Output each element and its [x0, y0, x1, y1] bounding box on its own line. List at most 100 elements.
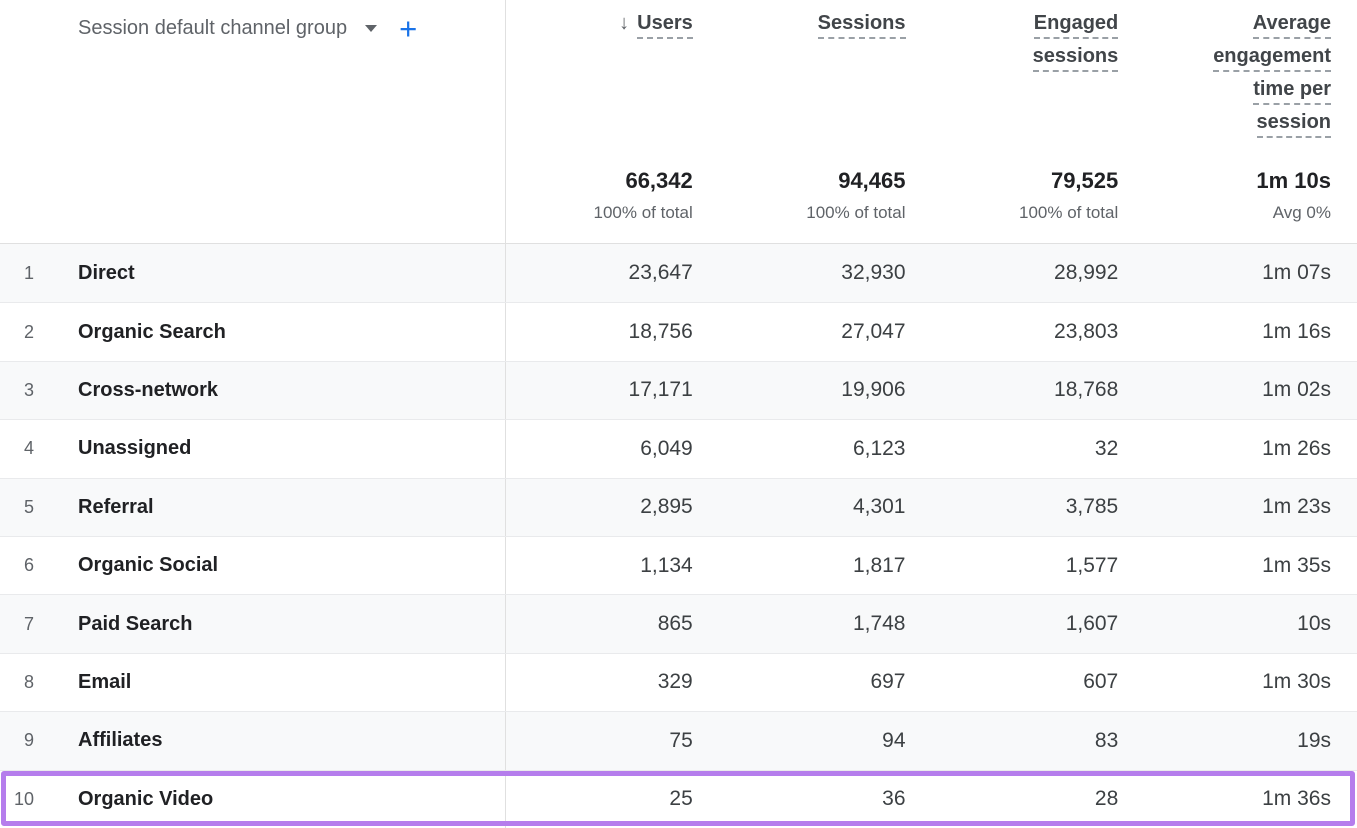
table-row: 1Direct23,64732,93028,9921m 07s	[0, 244, 1357, 302]
column-total-subtext: Avg 0%	[1256, 203, 1331, 223]
channel-name: Affiliates	[78, 729, 162, 752]
column-header-label: time per	[1253, 78, 1331, 105]
metric-value-avg-engagement-time: 1m 07s	[1144, 244, 1357, 302]
metric-value-sessions: 1,817	[719, 537, 932, 594]
column-header-label: Sessions	[818, 12, 906, 39]
column-total-subtext: 100% of total	[1019, 203, 1118, 223]
column-total-subtext: 100% of total	[806, 203, 905, 223]
metric-value-engaged-sessions: 3,785	[932, 479, 1145, 536]
row-index: 10	[0, 789, 34, 810]
dimension-cell: 10 Organic Video	[0, 771, 506, 828]
dimension-cell: 5Referral	[0, 479, 506, 536]
add-dimension-button[interactable]: +	[399, 16, 417, 42]
metric-value-engaged-sessions: 18,768	[932, 362, 1145, 419]
metric-value-avg-engagement-time: 1m 30s	[1144, 654, 1357, 711]
column-header-line: Average	[1253, 12, 1331, 45]
column-header-line: session	[1257, 111, 1331, 144]
column-total-value: 1m 10s	[1256, 168, 1331, 194]
table-body: 1Direct23,64732,93028,9921m 07s2Organic …	[0, 244, 1357, 828]
metric-value-sessions: 32,930	[719, 244, 932, 302]
dimension-cell: 1 Direct	[0, 244, 506, 302]
table-row: 6Organic Social1,1341,8171,5771m 35s	[0, 536, 1357, 594]
metric-value-users: 6,049	[506, 420, 719, 477]
column-header-line: ↓ Users	[619, 12, 693, 45]
dimension-cell: 7 Paid Search	[0, 595, 506, 652]
column-totals: 94,465 100% of total	[806, 168, 905, 223]
metric-value-sessions: 27,047	[719, 303, 932, 360]
table-row: 7Paid Search8651,7481,60710s	[0, 594, 1357, 652]
metric-value-sessions: 94	[719, 712, 932, 769]
column-totals: 1m 10s Avg 0%	[1256, 168, 1331, 223]
metric-value-engaged-sessions: 28	[932, 771, 1145, 828]
column-total-value: 94,465	[806, 168, 905, 194]
metric-value-engaged-sessions: 1,607	[932, 595, 1145, 652]
column-total-value: 66,342	[594, 168, 693, 194]
column-header-sessions[interactable]: Sessions 94,465 100% of total	[719, 0, 932, 243]
row-index: 7	[0, 614, 34, 635]
metric-value-sessions: 36	[719, 771, 932, 828]
channel-name: Organic Search	[78, 321, 226, 344]
column-header-line: time per	[1253, 78, 1331, 111]
column-header-line: engagement	[1213, 45, 1331, 78]
metric-value-users: 75	[506, 712, 719, 769]
metric-value-avg-engagement-time: 10s	[1144, 595, 1357, 652]
channel-name: Paid Search	[78, 613, 193, 636]
metric-value-engaged-sessions: 607	[932, 654, 1145, 711]
dimension-cell: 4 Unassigned	[0, 420, 506, 477]
metric-value-users: 1,134	[506, 537, 719, 594]
dimension-cell: 3Cross-network	[0, 362, 506, 419]
metric-value-users: 25	[506, 771, 719, 828]
metric-value-engaged-sessions: 1,577	[932, 537, 1145, 594]
dimension-selector[interactable]: Session default channel group	[78, 16, 347, 40]
metric-value-sessions: 4,301	[719, 479, 932, 536]
table-row: 3Cross-network17,17119,90618,7681m 02s	[0, 361, 1357, 419]
column-header-users[interactable]: ↓ Users 66,342 100% of total	[506, 0, 719, 243]
column-header-line: Engaged	[1034, 12, 1118, 45]
metric-value-sessions: 6,123	[719, 420, 932, 477]
row-index: 4	[0, 438, 34, 459]
metric-value-users: 329	[506, 654, 719, 711]
metric-value-avg-engagement-time: 19s	[1144, 712, 1357, 769]
column-header-label: Average	[1253, 12, 1331, 39]
column-header-lines: ↓ Users	[619, 12, 693, 45]
column-header-line: Sessions	[818, 12, 906, 45]
metric-value-engaged-sessions: 32	[932, 420, 1145, 477]
chevron-down-icon[interactable]	[365, 25, 377, 32]
column-header-avg-engagement-time[interactable]: Average engagement time per session 1m 10s Av…	[1144, 0, 1357, 243]
column-header-lines: Average engagement time per session	[1213, 12, 1331, 144]
channel-name: Direct	[78, 262, 135, 285]
column-totals: 79,525100% of total	[1019, 168, 1118, 223]
column-header-label: sessions	[1033, 45, 1119, 72]
channel-name: Unassigned	[78, 437, 191, 460]
metric-value-sessions: 697	[719, 654, 932, 711]
metric-value-avg-engagement-time: 1m 02s	[1144, 362, 1357, 419]
row-index: 6	[0, 555, 34, 576]
metric-value-engaged-sessions: 83	[932, 712, 1145, 769]
metric-value-avg-engagement-time: 1m 16s	[1144, 303, 1357, 360]
dimension-cell: 6Organic Social	[0, 537, 506, 594]
row-index: 5	[0, 497, 34, 518]
column-header-engaged-sessions[interactable]: Engaged sessions 79,525100% of total	[932, 0, 1145, 243]
channel-name: Organic Video	[78, 788, 213, 811]
metric-value-users: 17,171	[506, 362, 719, 419]
sort-descending-icon: ↓	[619, 12, 629, 34]
metric-value-sessions: 19,906	[719, 362, 932, 419]
column-header-label: Engaged	[1034, 12, 1118, 39]
channel-name: Email	[78, 671, 131, 694]
metric-value-avg-engagement-time: 1m 26s	[1144, 420, 1357, 477]
row-index: 1	[0, 263, 34, 284]
column-total-subtext: 100% of total	[594, 203, 693, 223]
dimension-cell: 2Organic Search	[0, 303, 506, 360]
column-header-lines: Sessions	[818, 12, 906, 45]
column-header-label: Users	[637, 12, 693, 39]
metric-value-engaged-sessions: 28,992	[932, 244, 1145, 302]
column-header-label: engagement	[1213, 45, 1331, 72]
dimension-cell: 9Affiliates	[0, 712, 506, 769]
ga4-channel-group-table: Session default channel group + ↓Users66…	[0, 0, 1357, 828]
metric-value-avg-engagement-time: 1m 23s	[1144, 479, 1357, 536]
column-totals: 66,342 100% of total	[594, 168, 693, 223]
column-header-line: sessions	[1033, 45, 1119, 78]
metric-value-users: 18,756	[506, 303, 719, 360]
row-index: 8	[0, 672, 34, 693]
table-row: 9Affiliates75948319s	[0, 711, 1357, 769]
